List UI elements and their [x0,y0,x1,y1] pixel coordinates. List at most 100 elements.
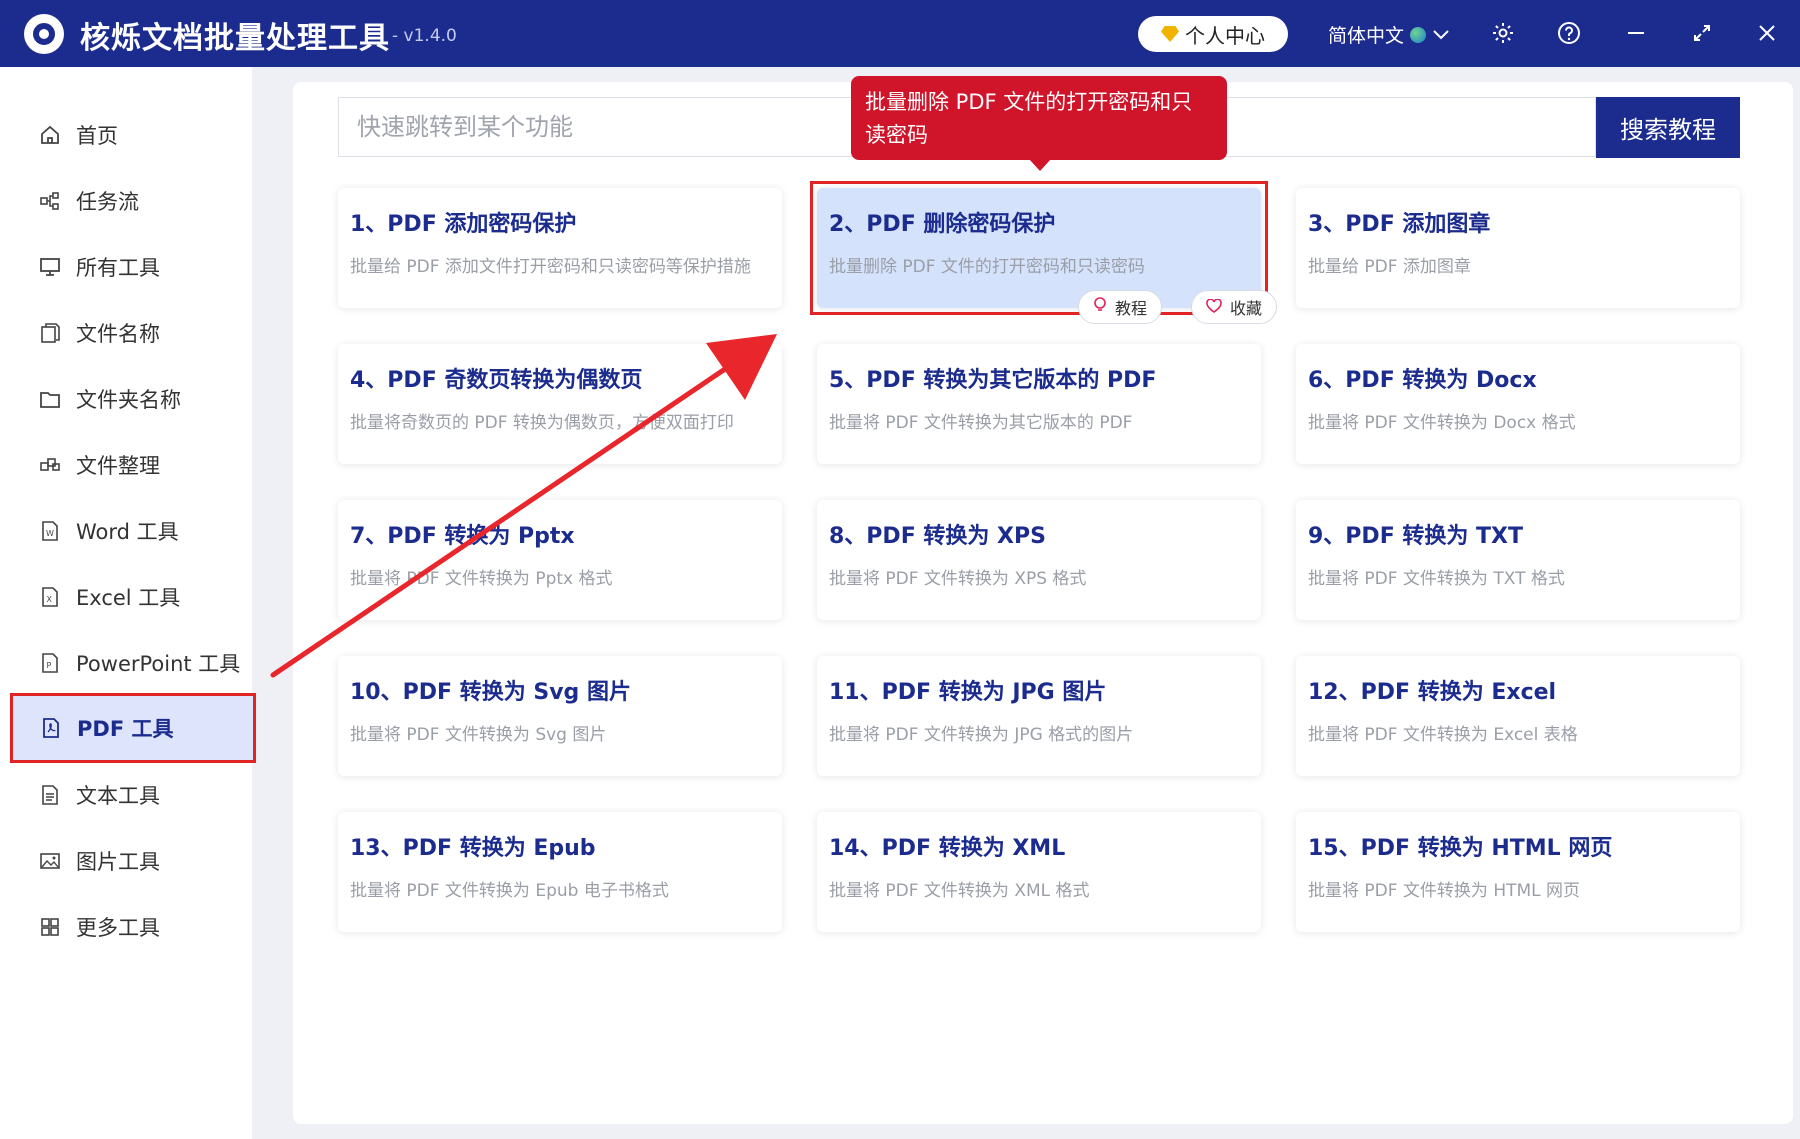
sidebar-item-more-tools[interactable]: 更多工具 [12,896,252,958]
card-title: 7、PDF 转换为 Pptx [350,524,575,549]
sidebar-item-label: 文件整理 [76,454,160,478]
card-description: 批量将 PDF 文件转换为 TXT 格式 [1308,569,1565,589]
user-center-button[interactable]: 个人中心 [1138,16,1288,52]
search-tutorial-button[interactable]: 搜索教程 [1596,97,1740,158]
heart-icon [1206,297,1222,317]
sidebar-item-label: Excel 工具 [76,586,181,610]
grid-icon [38,915,62,939]
language-select[interactable]: 简体中文 [1328,21,1450,48]
card-title: 14、PDF 转换为 XML [829,836,1066,861]
card-description: 批量将 PDF 文件转换为其它版本的 PDF [829,413,1133,433]
card-title: 10、PDF 转换为 Svg 图片 [350,680,631,705]
sidebar-item-excel-tools[interactable]: X Excel 工具 [12,566,252,628]
help-icon[interactable] [1554,18,1584,48]
card-title: 9、PDF 转换为 TXT [1308,524,1524,549]
tool-card-pdf-to-docx[interactable]: 6、PDF 转换为 Docx 批量将 PDF 文件转换为 Docx 格式 [1296,344,1740,464]
tutorial-button[interactable]: 教程 [1078,290,1163,324]
folder-icon [38,387,62,411]
app-logo-icon [24,14,64,54]
home-icon [38,123,62,147]
sidebar-item-all-tools[interactable]: 所有工具 [12,236,252,298]
tool-card-pdf-add-password[interactable]: 1、PDF 添加密码保护 批量给 PDF 添加文件打开密码和只读密码等保护措施 [338,188,782,308]
tool-card-pdf-to-txt[interactable]: 9、PDF 转换为 TXT 批量将 PDF 文件转换为 TXT 格式 [1296,500,1740,620]
sidebar-item-workflow[interactable]: 任务流 [12,170,252,232]
minimize-icon[interactable] [1621,18,1651,48]
sidebar-item-label: 任务流 [76,190,139,214]
card-description: 批量给 PDF 添加图章 [1308,257,1471,277]
maximize-icon[interactable] [1687,18,1717,48]
card-title: 15、PDF 转换为 HTML 网页 [1308,836,1613,861]
chevron-down-icon [1433,29,1449,39]
organize-icon [38,453,62,477]
file-copy-icon [38,321,62,345]
favorite-button[interactable]: 收藏 [1191,290,1278,324]
favorite-label: 收藏 [1230,299,1263,318]
sidebar-item-label: 文件夹名称 [76,388,181,412]
tool-card-pdf-to-html[interactable]: 15、PDF 转换为 HTML 网页 批量将 PDF 文件转换为 HTML 网页 [1296,812,1740,932]
tool-card-pdf-to-jpg[interactable]: 11、PDF 转换为 JPG 图片 批量将 PDF 文件转换为 JPG 格式的图… [817,656,1261,776]
card-description: 批量将 PDF 文件转换为 Pptx 格式 [350,569,613,589]
tool-card-pdf-odd-to-even[interactable]: 4、PDF 奇数页转换为偶数页 批量将奇数页的 PDF 转换为偶数页，方便双面打… [338,344,782,464]
card-title: 1、PDF 添加密码保护 [350,212,577,237]
tool-card-pdf-to-xml[interactable]: 14、PDF 转换为 XML 批量将 PDF 文件转换为 XML 格式 [817,812,1261,932]
card-description: 批量将 PDF 文件转换为 XML 格式 [829,881,1090,901]
card-title: 12、PDF 转换为 Excel [1308,680,1557,705]
sidebar-item-label: PowerPoint 工具 [76,652,241,676]
card-description: 批量将 PDF 文件转换为 HTML 网页 [1308,881,1581,901]
app-version: - v1.4.0 [392,26,457,46]
app-title: 核烁文档批量处理工具 [80,21,390,56]
card-description: 批量将 PDF 文件转换为 Epub 电子书格式 [350,881,669,901]
tool-card-pdf-to-epub[interactable]: 13、PDF 转换为 Epub 批量将 PDF 文件转换为 Epub 电子书格式 [338,812,782,932]
card-description: 批量给 PDF 添加文件打开密码和只读密码等保护措施 [350,257,751,277]
tool-card-pdf-to-excel[interactable]: 12、PDF 转换为 Excel 批量将 PDF 文件转换为 Excel 表格 [1296,656,1740,776]
card-title: 6、PDF 转换为 Docx [1308,368,1537,393]
tool-card-pdf-add-stamp[interactable]: 3、PDF 添加图章 批量给 PDF 添加图章 [1296,188,1740,308]
card-description: 批量将 PDF 文件转换为 XPS 格式 [829,569,1087,589]
svg-text:W: W [46,529,54,538]
tool-card-pdf-to-xps[interactable]: 8、PDF 转换为 XPS 批量将 PDF 文件转换为 XPS 格式 [817,500,1261,620]
card-description: 批量将 PDF 文件转换为 JPG 格式的图片 [829,725,1134,745]
card-description: 批量将 PDF 文件转换为 Docx 格式 [1308,413,1576,433]
tool-card-pdf-version[interactable]: 5、PDF 转换为其它版本的 PDF 批量将 PDF 文件转换为其它版本的 PD… [817,344,1261,464]
sidebar-item-folder-name[interactable]: 文件夹名称 [12,368,252,430]
word-file-icon: W [38,519,62,543]
sidebar-item-text-tools[interactable]: 文本工具 [12,764,252,826]
sidebar-item-file-name[interactable]: 文件名称 [12,302,252,364]
svg-text:P: P [47,661,52,670]
sidebar-item-label: 所有工具 [76,256,160,280]
card-description: 批量将奇数页的 PDF 转换为偶数页，方便双面打印 [350,413,734,433]
bulb-icon [1093,297,1107,317]
tutorial-label: 教程 [1115,299,1148,318]
sidebar-item-word-tools[interactable]: W Word 工具 [12,500,252,562]
sidebar-item-pdf-tools[interactable]: PDF 工具 [10,693,256,763]
card-title: 4、PDF 奇数页转换为偶数页 [350,368,643,393]
excel-file-icon: X [38,585,62,609]
settings-gear-icon[interactable] [1488,18,1518,48]
close-icon[interactable] [1752,18,1782,48]
image-icon [38,849,62,873]
pdf-file-icon [39,716,63,740]
card-title: 5、PDF 转换为其它版本的 PDF [829,368,1157,393]
user-center-label: 个人中心 [1185,23,1265,48]
sidebar-item-image-tools[interactable]: 图片工具 [12,830,252,892]
monitor-icon [38,255,62,279]
sidebar-item-label: 更多工具 [76,916,160,940]
sidebar-item-label: 图片工具 [76,850,160,874]
sidebar-item-label: PDF 工具 [77,717,174,741]
title-bar: 核烁文档批量处理工具 - v1.4.0 个人中心 简体中文 [0,0,1800,67]
card-description: 批量将 PDF 文件转换为 Excel 表格 [1308,725,1578,745]
sidebar-item-ppt-tools[interactable]: P PowerPoint 工具 [12,632,252,694]
workflow-icon [38,189,62,213]
card-description: 批量将 PDF 文件转换为 Svg 图片 [350,725,607,745]
sidebar-item-file-organize[interactable]: 文件整理 [12,434,252,496]
tool-card-pdf-to-pptx[interactable]: 7、PDF 转换为 Pptx 批量将 PDF 文件转换为 Pptx 格式 [338,500,782,620]
ppt-file-icon: P [38,651,62,675]
card-title: 8、PDF 转换为 XPS [829,524,1046,549]
card-title: 3、PDF 添加图章 [1308,212,1491,237]
sidebar-item-label: 文本工具 [76,784,160,808]
tool-card-pdf-to-svg[interactable]: 10、PDF 转换为 Svg 图片 批量将 PDF 文件转换为 Svg 图片 [338,656,782,776]
card-title: 11、PDF 转换为 JPG 图片 [829,680,1107,705]
sidebar-item-home[interactable]: 首页 [12,104,252,166]
tooltip: 批量删除 PDF 文件的打开密码和只读密码 [851,76,1227,160]
globe-icon [1410,26,1427,43]
